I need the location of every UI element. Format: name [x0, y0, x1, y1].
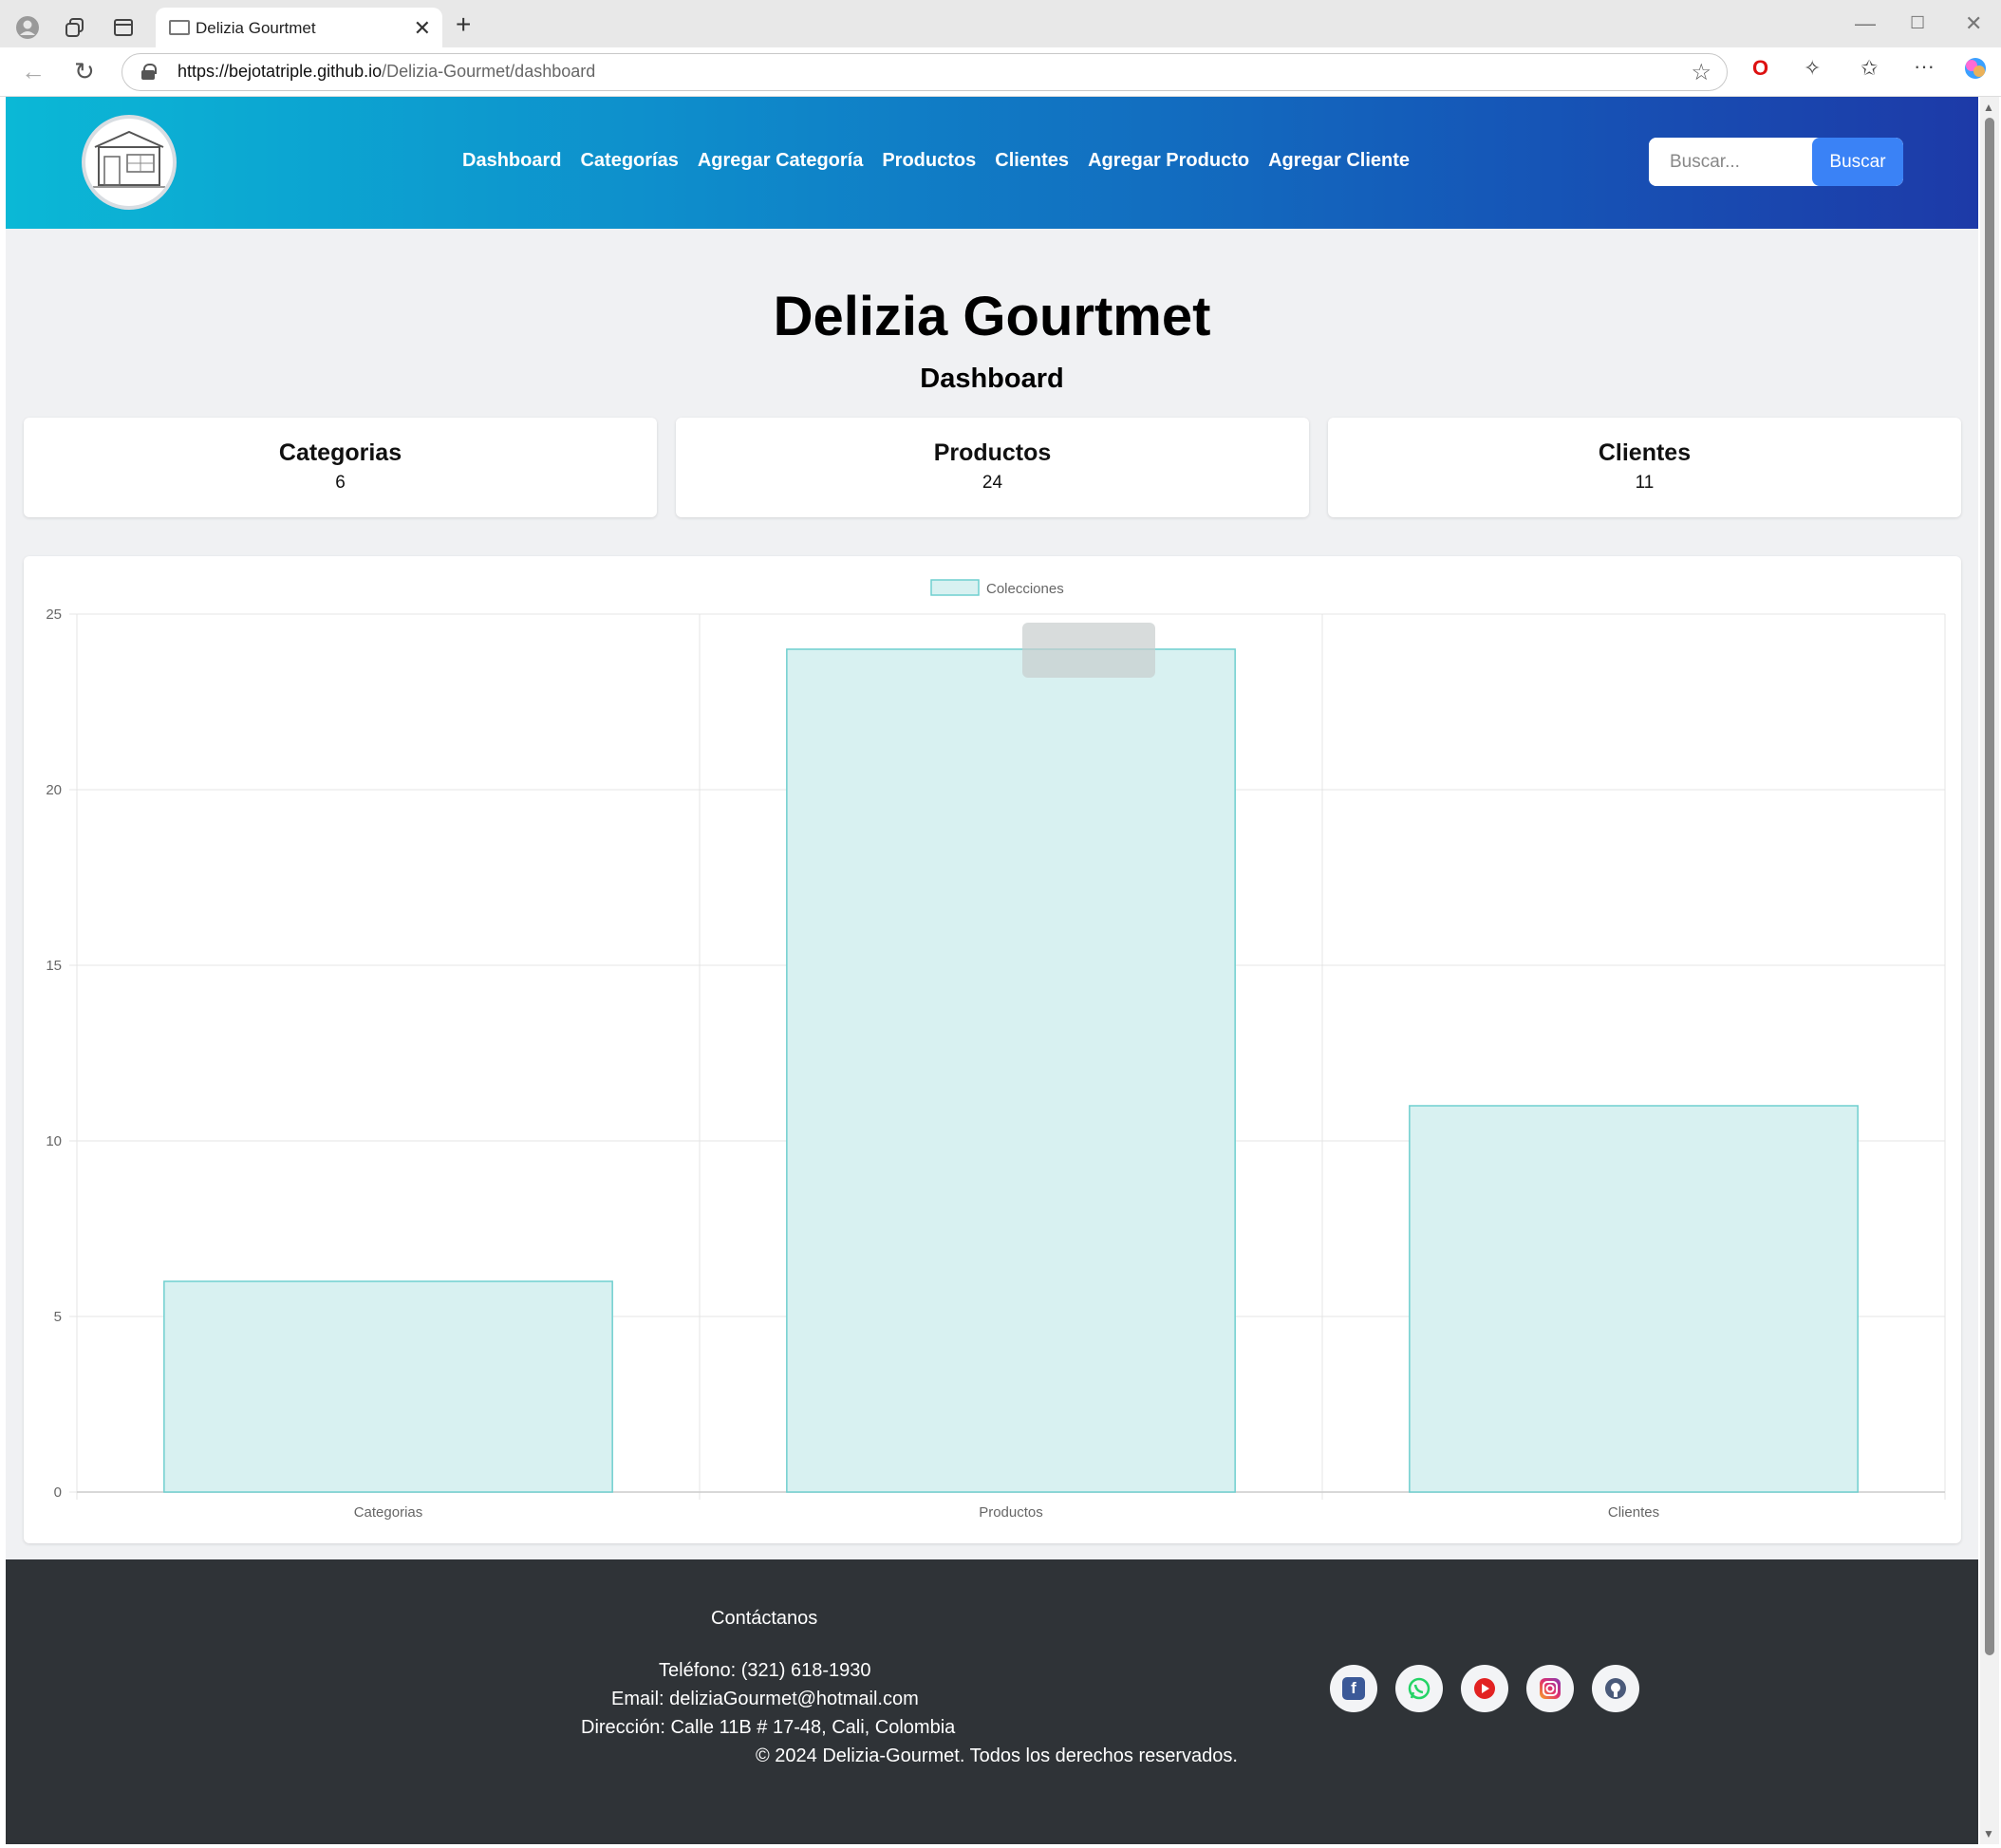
footer-copyright: © 2024 Delizia-Gourmet. Todos los derech…: [756, 1745, 1238, 1766]
bar-chart: 0 5 10 15 20 25 Categorias Productos Clientes Col…: [46, 579, 1946, 1521]
youtube-icon[interactable]: [1461, 1665, 1508, 1712]
vertical-tabs-icon[interactable]: [108, 12, 139, 43]
footer: Contáctanos Teléfono: (321) 618-1930 Ema…: [6, 1559, 1978, 1844]
tab-favicon-icon: [169, 20, 190, 35]
footer-contact-title: Contáctanos: [711, 1608, 818, 1629]
nav-links: Dashboard Categorías Agregar Categoría P…: [462, 150, 1410, 172]
y-tick-label: 25: [46, 607, 62, 623]
stat-card-value: 24: [982, 473, 1003, 493]
page-subtitle: Dashboard: [920, 364, 1064, 394]
github-icon[interactable]: [1592, 1665, 1639, 1712]
stat-card-value: 6: [335, 473, 346, 493]
legend-swatch: [930, 579, 980, 596]
bar-productos: [786, 648, 1236, 1493]
y-tick-label: 5: [54, 1309, 62, 1325]
stat-card-title: Categorias: [278, 439, 402, 466]
footer-phone: Teléfono: (321) 618-1930: [659, 1660, 871, 1681]
search-button[interactable]: Buscar: [1812, 138, 1903, 186]
page-scrollbar[interactable]: ▲ ▼: [1980, 97, 1999, 1844]
copilot-icon[interactable]: [1963, 56, 1988, 84]
nav-dashboard[interactable]: Dashboard: [462, 150, 561, 172]
nav-agregar-cliente[interactable]: Agregar Cliente: [1268, 150, 1410, 172]
url-text: https://bejotatriple.github.io/Delizia-G…: [178, 62, 596, 81]
maximize-icon[interactable]: ☐: [1910, 13, 1925, 33]
profile-icon[interactable]: [12, 12, 43, 43]
bar-categorias: [163, 1280, 613, 1493]
page-title: Delizia Gourtmet: [773, 286, 1211, 347]
stat-card-title: Clientes: [1598, 439, 1692, 466]
browser-tab-bar: Delizia Gourtmet ✕ + — ☐ ✕: [0, 0, 2001, 48]
stat-card-clientes: Clientes 11: [1328, 418, 1961, 517]
x-tick-label: Categorias: [354, 1504, 423, 1521]
browser-tab[interactable]: Delizia Gourtmet ✕: [156, 8, 442, 48]
reload-icon[interactable]: ↻: [74, 59, 95, 84]
bar-clientes: [1409, 1105, 1859, 1493]
minimize-icon[interactable]: —: [1855, 11, 1876, 36]
nav-agregar-categoria[interactable]: Agregar Categoría: [698, 150, 864, 172]
close-tab-icon[interactable]: ✕: [414, 16, 431, 41]
y-tick-label: 20: [46, 782, 62, 798]
favorite-star-icon[interactable]: ☆: [1691, 59, 1711, 86]
instagram-icon[interactable]: [1526, 1665, 1574, 1712]
x-tick-label: Clientes: [1608, 1504, 1659, 1521]
x-tick-label: Productos: [979, 1504, 1043, 1521]
new-tab-icon[interactable]: +: [456, 11, 471, 38]
store-logo[interactable]: [82, 115, 177, 210]
whatsapp-icon[interactable]: [1395, 1665, 1443, 1712]
chart-tooltip: [1022, 623, 1155, 678]
nav-agregar-producto[interactable]: Agregar Producto: [1088, 150, 1249, 172]
page: Dashboard Categorías Agregar Categoría P…: [6, 97, 1978, 1844]
search-input[interactable]: [1649, 138, 1810, 186]
footer-address: Dirección: Calle 11B # 17-48, Cali, Colo…: [581, 1717, 956, 1738]
y-tick-label: 0: [54, 1484, 62, 1501]
chart-card: 0 5 10 15 20 25 Categorias Productos Clientes Col…: [24, 556, 1961, 1543]
favorites-icon[interactable]: ✩: [1861, 58, 1878, 79]
legend-label: Colecciones: [986, 581, 1064, 597]
stat-card-productos: Productos 24: [676, 418, 1309, 517]
more-menu-icon[interactable]: ···: [1914, 56, 1935, 77]
back-icon[interactable]: ←: [21, 59, 46, 84]
url-field[interactable]: https://bejotatriple.github.io/Delizia-G…: [122, 53, 1728, 91]
stat-card-categorias: Categorias 6: [24, 418, 657, 517]
nav-categorias[interactable]: Categorías: [580, 150, 678, 172]
nav-productos[interactable]: Productos: [882, 150, 976, 172]
y-tick-label: 10: [46, 1133, 62, 1149]
window-close-icon[interactable]: ✕: [1965, 11, 1982, 36]
stat-card-value: 11: [1635, 473, 1655, 493]
navbar: Dashboard Categorías Agregar Categoría P…: [6, 97, 1978, 229]
extensions-icon[interactable]: ✧: [1804, 58, 1821, 79]
scroll-thumb[interactable]: [1985, 118, 1994, 1655]
scroll-down-icon[interactable]: ▼: [1983, 1827, 1994, 1840]
lock-icon: [141, 64, 157, 80]
footer-email: Email: deliziaGourmet@hotmail.com: [611, 1689, 919, 1709]
facebook-icon[interactable]: f: [1330, 1665, 1377, 1712]
tab-title: Delizia Gourtmet: [196, 19, 316, 37]
scroll-up-icon[interactable]: ▲: [1983, 101, 1994, 114]
address-bar: ← ↻ https://bejotatriple.github.io/Deliz…: [0, 47, 2001, 97]
search-form: Buscar: [1649, 138, 1903, 186]
y-tick-label: 15: [46, 958, 62, 974]
nav-clientes[interactable]: Clientes: [995, 150, 1069, 172]
stat-card-title: Productos: [933, 439, 1052, 466]
workspaces-icon[interactable]: [60, 12, 90, 43]
opera-extension-icon[interactable]: O: [1752, 58, 1768, 79]
